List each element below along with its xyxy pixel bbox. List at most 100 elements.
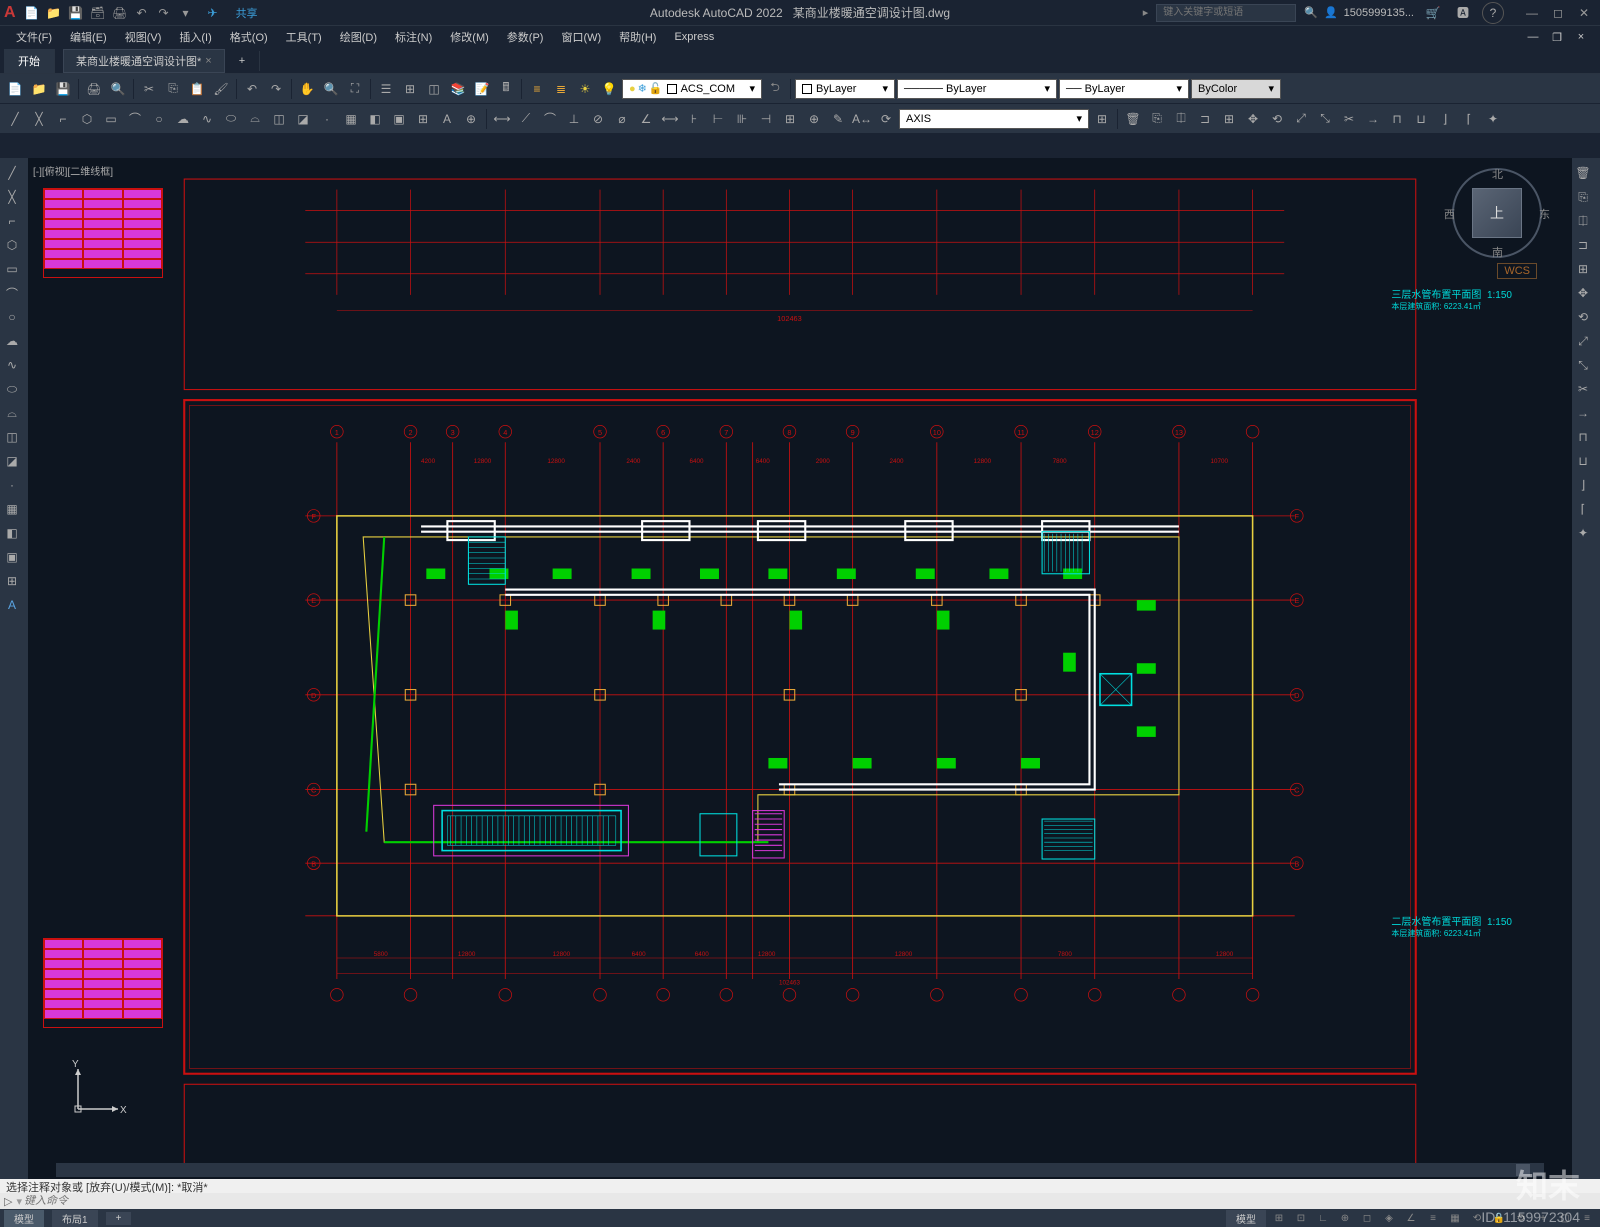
tolerance-icon[interactable]: ⊞ bbox=[779, 108, 801, 130]
chamfer-icon[interactable]: ⌋ bbox=[1434, 108, 1456, 130]
viewcube-top-face[interactable]: 上 bbox=[1472, 188, 1522, 238]
qsave-icon[interactable]: 💾 bbox=[52, 78, 74, 100]
menu-file[interactable]: 文件(F) bbox=[8, 27, 60, 47]
down-icon[interactable]: ▾ bbox=[178, 5, 194, 21]
spline-icon[interactable]: ∿ bbox=[196, 108, 218, 130]
move-icon[interactable]: ✥ bbox=[1242, 108, 1264, 130]
revcloud-icon[interactable]: ☁ bbox=[172, 108, 194, 130]
new-icon[interactable]: 📄 bbox=[24, 5, 40, 21]
vcircle-icon[interactable]: ○ bbox=[0, 306, 24, 328]
extend-icon[interactable]: → bbox=[1362, 108, 1384, 130]
vellipse-icon[interactable]: ⬭ bbox=[0, 378, 24, 400]
menu-insert[interactable]: 插入(I) bbox=[171, 27, 219, 47]
maximize-button[interactable]: ◻ bbox=[1546, 3, 1570, 23]
saveall-icon[interactable]: 🗃 bbox=[90, 5, 106, 21]
vhatch-icon[interactable]: ▦ bbox=[0, 498, 24, 520]
vpoint-icon[interactable]: · bbox=[0, 474, 24, 496]
vpline-icon[interactable]: ⌐ bbox=[0, 210, 24, 232]
customize-icon[interactable]: ≡ bbox=[1578, 1211, 1596, 1225]
line-icon[interactable]: ╱ bbox=[4, 108, 26, 130]
tab-close-icon[interactable]: × bbox=[205, 55, 211, 67]
join-icon[interactable]: ⊔ bbox=[1410, 108, 1432, 130]
mirror-icon[interactable]: ⎅ bbox=[1170, 108, 1192, 130]
rerase-icon[interactable]: 🗑 bbox=[1572, 162, 1594, 184]
rrotate-icon[interactable]: ⟲ bbox=[1572, 306, 1594, 328]
explode-icon[interactable]: ✦ bbox=[1482, 108, 1504, 130]
user-menu[interactable]: 🔍 👤 1505999135... bbox=[1304, 6, 1414, 19]
addsel-icon[interactable]: ⊕ bbox=[460, 108, 482, 130]
rcopy-icon[interactable]: ⎘ bbox=[1572, 186, 1594, 208]
dimstyle-dropdown[interactable]: AXIS▾ bbox=[899, 109, 1089, 129]
dimtedit-icon[interactable]: A↔ bbox=[851, 108, 873, 130]
document-tab[interactable]: 某商业楼暖通空调设计图* × bbox=[63, 49, 225, 73]
plotstyle-dropdown[interactable]: ByColor▾ bbox=[1191, 79, 1281, 99]
model-space-button[interactable]: 模型 bbox=[1226, 1210, 1266, 1227]
qnew-icon[interactable]: 📄 bbox=[4, 78, 26, 100]
copy3-icon[interactable]: ⎘ bbox=[1146, 108, 1168, 130]
vrevcloud-icon[interactable]: ☁ bbox=[0, 330, 24, 352]
ellipse-icon[interactable]: ⬭ bbox=[220, 108, 242, 130]
rstretch-icon[interactable]: ⤡ bbox=[1572, 354, 1594, 376]
layermgr-icon[interactable]: ≡ bbox=[526, 78, 548, 100]
close-button[interactable]: ✕ bbox=[1572, 3, 1596, 23]
rscale-icon[interactable]: ⤢ bbox=[1572, 330, 1594, 352]
cut-icon[interactable]: ✂ bbox=[138, 78, 160, 100]
menu-edit[interactable]: 编辑(E) bbox=[62, 27, 115, 47]
qopen-icon[interactable]: 📁 bbox=[28, 78, 50, 100]
lineweight-dropdown[interactable]: ── ByLayer▾ bbox=[1059, 79, 1189, 99]
menu-view[interactable]: 视图(V) bbox=[117, 27, 170, 47]
otrack-icon[interactable]: ∠ bbox=[1402, 1211, 1420, 1225]
xline-icon[interactable]: ╳ bbox=[28, 108, 50, 130]
linetype-dropdown[interactable]: ───── ByLayer▾ bbox=[897, 79, 1057, 99]
stretch-icon[interactable]: ⤡ bbox=[1314, 108, 1336, 130]
bulb-icon[interactable]: 💡 bbox=[598, 78, 620, 100]
vgradient-icon[interactable]: ◧ bbox=[0, 522, 24, 544]
redo2-icon[interactable]: ↷ bbox=[265, 78, 287, 100]
dimarc-icon[interactable]: ⌒ bbox=[539, 108, 561, 130]
undo-icon[interactable]: ↶ bbox=[134, 5, 150, 21]
hatch-icon[interactable]: ▦ bbox=[340, 108, 362, 130]
polygon-icon[interactable]: ⬡ bbox=[76, 108, 98, 130]
polar-icon[interactable]: ⊕ bbox=[1336, 1211, 1354, 1225]
erase-icon[interactable]: 🗑 bbox=[1122, 108, 1144, 130]
dimspace-icon[interactable]: ⊪ bbox=[731, 108, 753, 130]
layer-states-icon[interactable]: ≣ bbox=[550, 78, 572, 100]
dimlinear-icon[interactable]: ⟷ bbox=[491, 108, 513, 130]
layer-dropdown[interactable]: ● ❄ 🔓 ACS_COM ▾ bbox=[622, 79, 762, 99]
drawing-canvas[interactable]: [-][俯视][二维线框] bbox=[28, 158, 1572, 1179]
snap-mode-icon[interactable]: ⊡ bbox=[1292, 1211, 1310, 1225]
dimdia-icon[interactable]: ⌀ bbox=[611, 108, 633, 130]
menu-modify[interactable]: 修改(M) bbox=[442, 27, 497, 47]
dimstylemgr-icon[interactable]: ⊞ bbox=[1091, 108, 1113, 130]
doc-restore-button[interactable]: ❐ bbox=[1546, 26, 1568, 48]
rarray-icon[interactable]: ⊞ bbox=[1572, 258, 1594, 280]
send-icon[interactable]: ✈ bbox=[202, 2, 224, 24]
trim-icon[interactable]: ✂ bbox=[1338, 108, 1360, 130]
rtrim-icon[interactable]: ✂ bbox=[1572, 378, 1594, 400]
minimize-button[interactable]: — bbox=[1520, 3, 1544, 23]
transparency-icon[interactable]: ▦ bbox=[1446, 1211, 1464, 1225]
calc-icon[interactable]: 🖩 bbox=[495, 78, 517, 100]
layout1-tab[interactable]: 布局1 bbox=[52, 1210, 98, 1227]
rect-icon[interactable]: ▭ bbox=[100, 108, 122, 130]
wcs-label[interactable]: WCS bbox=[1497, 263, 1537, 279]
point-icon[interactable]: · bbox=[316, 108, 338, 130]
document-tab-add[interactable]: + bbox=[225, 51, 260, 71]
vellarc-icon[interactable]: ⌓ bbox=[0, 402, 24, 424]
menu-format[interactable]: 格式(O) bbox=[222, 27, 276, 47]
save-icon[interactable]: 💾 bbox=[68, 5, 84, 21]
sun-icon[interactable]: ☀ bbox=[574, 78, 596, 100]
menu-tools[interactable]: 工具(T) bbox=[278, 27, 330, 47]
vtable-icon[interactable]: ⊞ bbox=[0, 570, 24, 592]
grid-icon[interactable]: ⊞ bbox=[1270, 1211, 1288, 1225]
toolpalette-icon[interactable]: ◫ bbox=[423, 78, 445, 100]
open-icon[interactable]: 📁 bbox=[46, 5, 62, 21]
designcenter-icon[interactable]: ⊞ bbox=[399, 78, 421, 100]
array-icon[interactable]: ⊞ bbox=[1218, 108, 1240, 130]
osnap-icon[interactable]: ◻ bbox=[1358, 1211, 1376, 1225]
table-icon[interactable]: ⊞ bbox=[412, 108, 434, 130]
menu-express[interactable]: Express bbox=[666, 29, 722, 45]
vmakeblock-icon[interactable]: ◪ bbox=[0, 450, 24, 472]
centermark-icon[interactable]: ⊕ bbox=[803, 108, 825, 130]
circle-icon[interactable]: ○ bbox=[148, 108, 170, 130]
